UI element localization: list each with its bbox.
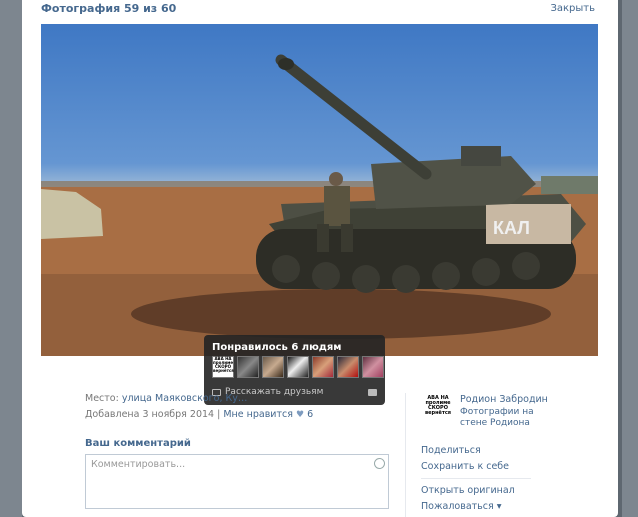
avatar[interactable] [337,356,359,378]
side-divider [421,478,531,479]
sidebar-divider [405,393,406,517]
smile-icon[interactable] [374,458,385,469]
open-original-button[interactable]: Открыть оригинал [421,485,515,496]
like-count[interactable]: 6 [307,409,313,420]
avatar[interactable] [287,356,309,378]
avatar[interactable] [237,356,259,378]
modal-header: Фотография 59 из 60 Закрыть [22,0,618,20]
added-date: Добавлена 3 ноября 2014 [85,409,215,420]
likes-avatars: АВА НА пролиме СКОРО вернётся [212,356,384,378]
svg-text:КАЛ: КАЛ [493,218,530,238]
close-button[interactable]: Закрыть [550,3,595,14]
avatar[interactable] [362,356,384,378]
photo-place: Место: улица Маяковского, Ку… [85,393,247,404]
likes-popup-title[interactable]: Понравилось 6 людям [212,342,341,353]
place-link[interactable]: улица Маяковского, Ку… [122,393,248,404]
author-logo-text: АВА НА пролиме СКОРО вернётся [424,395,452,416]
photo-counter: Фотография 59 из 60 [41,2,177,15]
report-button[interactable]: Пожаловаться ▾ [421,501,502,512]
background-right [622,0,638,517]
photo[interactable]: КАЛ [41,24,598,356]
avatar[interactable]: АВА НА пролиме СКОРО вернётся [212,356,234,378]
photo-illustration: КАЛ [41,54,598,356]
like-button[interactable]: Мне нравится [223,409,293,420]
report-label: Пожаловаться [421,501,494,512]
avatar-logo-text: АВА НА пролиме СКОРО вернётся [213,356,234,373]
avatar[interactable] [312,356,334,378]
comment-icon [368,389,377,396]
photo-viewer-modal: Фотография 59 из 60 Закрыть КАЛ Понравил… [22,0,618,517]
save-button[interactable]: Сохранить к себе [421,461,509,472]
author-avatar[interactable]: АВА НА пролиме СКОРО вернётся [423,396,453,426]
background-left [0,0,22,517]
photo-meta: Добавлена 3 ноября 2014 | Мне нравится ♥… [85,409,313,420]
separator: | [217,409,221,420]
comment-heading: Ваш комментарий [85,438,191,449]
author-name[interactable]: Родион Забродин [460,394,548,405]
share-button[interactable]: Поделиться [421,445,481,456]
avatar[interactable] [262,356,284,378]
comment-input[interactable]: Комментировать... [85,454,389,509]
author-album[interactable]: Фотографии на стене Родиона [460,407,540,429]
comment-placeholder: Комментировать... [91,459,186,470]
chevron-down-icon: ▾ [496,501,502,512]
place-prefix: Место: [85,393,119,404]
heart-icon[interactable]: ♥ [296,410,304,420]
